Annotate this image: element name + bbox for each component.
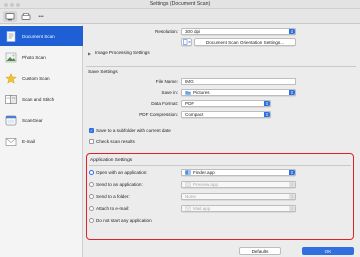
sidebar-item-label: ScanGear xyxy=(22,117,43,123)
sidebar-item-label: Photo Scan xyxy=(22,54,46,60)
open-app-label: Open with an application: xyxy=(96,170,148,175)
chevron-updown-icon: ⇕ xyxy=(289,29,295,34)
resolution-select[interactable]: 300 dpi ⇕ xyxy=(181,28,296,35)
chevron-updown-icon: ⇕ xyxy=(289,206,295,211)
orientation-icon xyxy=(182,39,191,45)
orientation-settings-button[interactable]: Document Scan Orientation Settings... xyxy=(194,38,296,46)
no-app-label: Do not start any application xyxy=(96,218,152,223)
chevron-updown-icon: ⇕ xyxy=(289,90,295,95)
resolution-value: 300 dpi xyxy=(185,29,201,34)
email-icon xyxy=(4,135,18,147)
chevron-updown-icon: ⇕ xyxy=(264,101,270,106)
toolbar: ••• xyxy=(0,9,360,24)
send-app-select[interactable]: Preview.app ⇕ xyxy=(181,181,296,188)
sidebar: Document Scan Photo Scan Custom Scan Sca… xyxy=(0,25,83,257)
chevron-updown-icon: ⇕ xyxy=(289,182,295,187)
check-results-label: Check scan results xyxy=(96,139,135,144)
send-folder-label: Send to a folder: xyxy=(96,194,130,199)
save-in-value: Pictures xyxy=(193,90,210,95)
email-value: Mail.app xyxy=(193,206,211,211)
file-name-value: IMG xyxy=(185,79,194,84)
open-app-select[interactable]: Finder.app ⇕ xyxy=(181,169,296,176)
sidebar-item-custom-scan[interactable]: Custom Scan xyxy=(0,68,83,88)
document-scan-icon xyxy=(4,30,18,42)
settings-panel: Resolution: 300 dpi ⇕ Document Scan Orie… xyxy=(84,25,360,257)
computer-icon xyxy=(5,12,15,20)
preview-app-icon xyxy=(185,182,191,187)
title-bar: Settings (Document Scan) xyxy=(0,0,360,9)
send-app-label: Send to an application: xyxy=(96,182,143,187)
send-folder-value: None xyxy=(185,194,196,199)
application-settings-title: Application Settings xyxy=(90,158,133,163)
pdf-compression-value: Compact xyxy=(185,112,204,117)
photo-scan-icon xyxy=(4,51,18,63)
sidebar-item-scan-and-stitch[interactable]: Scan and Stitch xyxy=(0,89,83,109)
custom-scan-icon xyxy=(4,72,18,84)
save-in-label: Save in: xyxy=(161,90,178,95)
divider xyxy=(89,165,351,166)
send-app-value: Preview.app xyxy=(193,182,219,187)
data-format-select[interactable]: PDF ⇕ xyxy=(181,100,271,107)
orientation-icon-button[interactable] xyxy=(181,38,192,46)
resolution-label: Resolution: xyxy=(155,29,178,34)
sidebar-item-label: E-mail xyxy=(22,138,36,144)
sidebar-item-email[interactable]: E-mail xyxy=(0,131,83,151)
open-app-value: Finder.app xyxy=(193,170,215,175)
finder-icon xyxy=(185,170,191,175)
save-settings-title: Save Settings xyxy=(88,70,118,75)
chevron-updown-icon: ⇕ xyxy=(264,112,270,117)
window-title: Settings (Document Scan) xyxy=(149,1,211,7)
chevron-updown-icon: ⇕ xyxy=(289,170,295,175)
save-in-select[interactable]: Pictures ⇕ xyxy=(181,89,296,96)
mail-app-icon xyxy=(185,206,191,211)
sidebar-item-scangear[interactable]: ScanGear xyxy=(0,110,83,130)
data-format-label: Data Format: xyxy=(151,101,178,106)
file-name-input[interactable]: IMG xyxy=(181,78,296,85)
file-name-label: File Name: xyxy=(155,79,178,84)
data-format-value: PDF xyxy=(185,101,195,106)
defaults-button[interactable]: Defaults xyxy=(239,247,281,255)
open-app-radio[interactable] xyxy=(89,170,94,175)
image-processing-disclosure-icon[interactable]: ▶ xyxy=(88,51,91,56)
sidebar-item-label: Document Scan xyxy=(22,33,55,39)
sidebar-item-photo-scan[interactable]: Photo Scan xyxy=(0,47,83,67)
settings-window: Settings (Document Scan) ••• Document Sc… xyxy=(0,0,360,257)
pdf-compression-select[interactable]: Compact ⇕ xyxy=(181,111,271,118)
pdf-compression-label: PDF Compression: xyxy=(139,112,178,117)
scanner-icon xyxy=(21,12,31,20)
general-settings-tab[interactable]: ••• xyxy=(35,11,47,22)
email-label: Attach to e-mail: xyxy=(96,206,130,211)
sidebar-item-document-scan[interactable]: Document Scan xyxy=(0,26,83,46)
image-processing-label[interactable]: Image Processing Settings xyxy=(95,50,150,55)
email-select[interactable]: Mail.app ⇕ xyxy=(181,205,296,212)
send-app-radio[interactable] xyxy=(89,182,94,187)
send-folder-radio[interactable] xyxy=(89,194,94,199)
subfolder-checkbox[interactable]: ✓ xyxy=(89,128,94,133)
send-folder-select[interactable]: None ⇕ xyxy=(181,193,296,200)
scangear-icon xyxy=(4,114,18,126)
folder-icon xyxy=(185,91,191,95)
email-radio[interactable] xyxy=(89,206,94,211)
scan-stitch-icon xyxy=(4,93,18,105)
check-results-checkbox[interactable] xyxy=(89,139,94,144)
sidebar-item-label: Scan and Stitch xyxy=(22,96,55,102)
scan-from-computer-tab[interactable] xyxy=(3,11,17,22)
no-app-radio[interactable] xyxy=(89,218,94,223)
sidebar-item-label: Custom Scan xyxy=(22,75,50,81)
subfolder-label: Save to a subfolder with current date xyxy=(96,128,171,133)
ok-button[interactable]: OK xyxy=(302,247,354,255)
divider xyxy=(86,66,356,67)
chevron-updown-icon: ⇕ xyxy=(289,194,295,199)
scanner-tab[interactable] xyxy=(20,11,32,22)
